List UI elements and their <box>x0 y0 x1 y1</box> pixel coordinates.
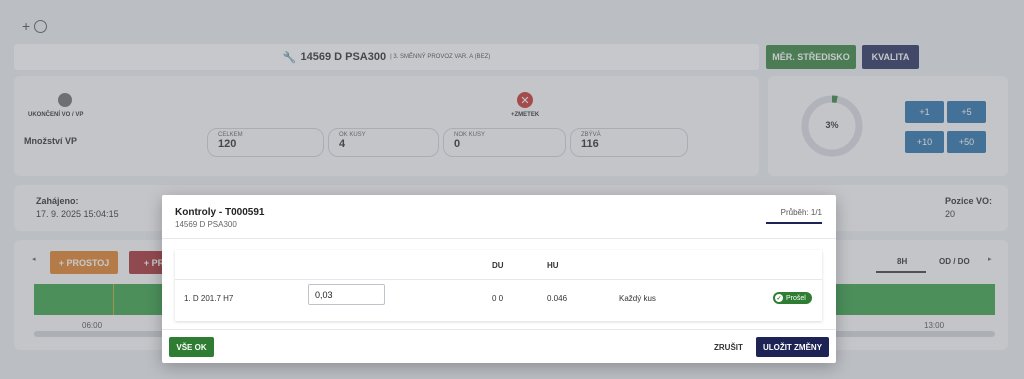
measured-value-input[interactable] <box>308 284 385 305</box>
cancel-button[interactable]: ZRUŠIT <box>714 343 743 352</box>
header-divider <box>175 279 822 280</box>
row-hu: 0.046 <box>547 294 568 303</box>
header-hu: HU <box>547 261 559 270</box>
check-icon: ✓ <box>775 294 783 302</box>
save-button[interactable]: ULOŽIT ZMĚNY <box>756 337 829 357</box>
modal-title: Kontroly - T000591 <box>175 207 265 218</box>
tab-prubeh-indicator <box>766 222 822 224</box>
header-du: DU <box>492 261 504 270</box>
kontroly-modal: Kontroly - T000591 14569 D PSA300 Průběh… <box>162 195 836 363</box>
status-badge: ✓ Prošel <box>773 292 812 304</box>
kontroly-table: DU HU 1. D 201.7 H7 0 0 0.046 Každý kus … <box>175 250 822 321</box>
row-du: 0 0 <box>492 294 504 303</box>
tab-prubeh[interactable]: Průběh: 1/1 <box>781 208 822 217</box>
modal-subtitle: 14569 D PSA300 <box>175 220 237 229</box>
all-ok-button[interactable]: VŠE OK <box>169 337 214 357</box>
row-name: 1. D 201.7 H7 <box>184 294 234 303</box>
footer-divider <box>162 329 836 330</box>
divider <box>162 238 836 239</box>
row-frequency: Každý kus <box>619 294 656 303</box>
